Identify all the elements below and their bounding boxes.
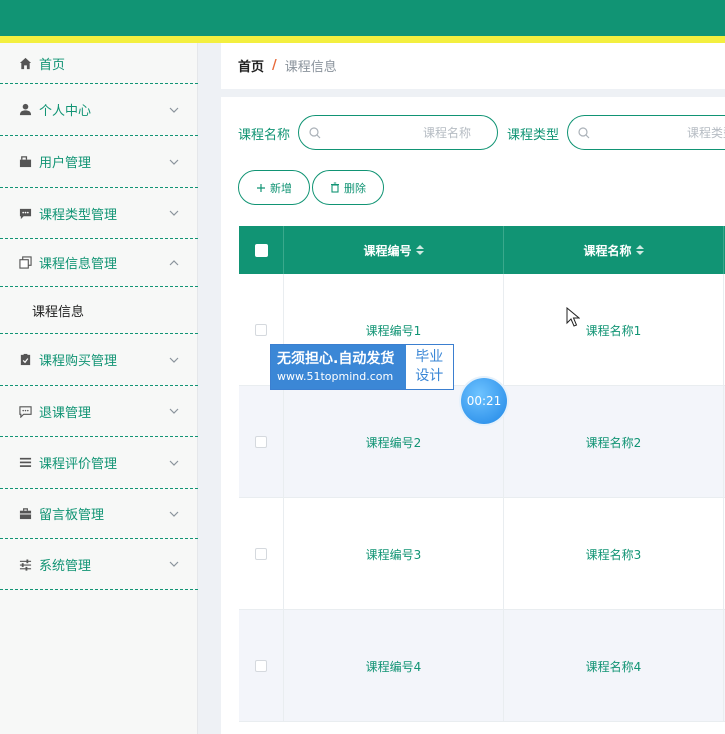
select-all-checkbox[interactable] — [254, 243, 268, 257]
search-icon — [578, 127, 590, 139]
row-select-cell — [239, 610, 284, 722]
add-button[interactable]: 新增 — [238, 170, 310, 205]
breadcrumb: 首页 / 课程信息 — [238, 56, 337, 75]
copy-icon — [18, 256, 32, 270]
chevron-down-icon — [169, 159, 179, 165]
mouse-cursor-icon — [566, 307, 580, 327]
course-name-cell: 课程名称2 — [504, 386, 724, 498]
row-checkbox[interactable] — [255, 660, 267, 672]
table-header: 课程编号 课程名称 — [239, 226, 725, 274]
breadcrumb-home-link[interactable]: 首页 — [238, 56, 264, 75]
sidebar-item-personal-center[interactable]: 个人中心 — [0, 84, 198, 136]
watermark-left: 无须担心.自动发货 www.51topmind.com — [271, 345, 406, 389]
table-row: 课程编号3 课程名称3 — [239, 498, 725, 610]
course-type-label: 课程类型 — [507, 128, 560, 143]
sidebar-item-label: 课程评价管理 — [39, 457, 118, 472]
chevron-down-icon — [169, 408, 179, 414]
delete-button[interactable]: 删除 — [312, 170, 384, 205]
sidebar-item-drop-course-management[interactable]: 退课管理 — [0, 386, 198, 437]
sidebar-item-label: 首页 — [39, 57, 66, 73]
course-type-search-input[interactable]: 课程类型 — [567, 115, 725, 150]
watermark-right-line1: 毕业 — [415, 349, 444, 365]
message-icon — [18, 404, 32, 418]
sliders-icon — [18, 557, 32, 571]
sort-icon[interactable] — [635, 245, 644, 255]
top-accent-stripe — [0, 36, 725, 43]
recording-timer[interactable]: 00:21 — [461, 378, 507, 424]
sidebar-item-user-management[interactable]: 用户管理 — [0, 136, 198, 188]
search-icon — [309, 127, 321, 139]
course-name-label: 课程名称 — [238, 128, 291, 143]
chevron-down-icon — [169, 107, 179, 113]
row-checkbox[interactable] — [255, 324, 267, 336]
chevron-down-icon — [169, 460, 179, 466]
column-header-course-code[interactable]: 课程编号 — [284, 226, 504, 274]
add-button-label: 新增 — [270, 181, 292, 195]
sidebar-item-label: 个人中心 — [39, 104, 92, 119]
sidebar-item-label: 课程类型管理 — [39, 207, 118, 223]
sidebar-item-label: 系统管理 — [39, 558, 92, 574]
sidebar-item-label: 留言板管理 — [39, 508, 105, 523]
course-info-table: 课程编号 课程名称 课程编号1 课程名称1 课程编号2 课程名称2 课程编号3 … — [239, 226, 725, 734]
breadcrumb-separator: / — [272, 57, 277, 73]
chevron-up-icon — [169, 259, 179, 265]
course-name-cell: 课程名称3 — [504, 498, 724, 610]
sidebar-item-course-type-management[interactable]: 课程类型管理 — [0, 188, 198, 239]
sidebar: 首页 个人中心 用户管理 课程类型管理 课程信息管理 课程信息 课程购买管理 退… — [0, 43, 198, 734]
sidebar-item-message-board-management[interactable]: 留言板管理 — [0, 489, 198, 539]
row-select-cell — [239, 498, 284, 610]
breadcrumb-current: 课程信息 — [284, 59, 337, 75]
delete-button-label: 删除 — [344, 181, 366, 195]
plus-icon — [257, 183, 265, 192]
row-checkbox[interactable] — [255, 548, 267, 560]
sidebar-subitem-course-info[interactable]: 课程信息 — [0, 287, 198, 334]
column-header-label: 课程编号 — [363, 243, 412, 258]
sidebar-item-course-purchase-management[interactable]: 课程购买管理 — [0, 334, 198, 386]
watermark-line2: www.51topmind.com — [277, 370, 394, 383]
clipboard-icon — [18, 353, 32, 367]
chat-icon — [18, 206, 32, 220]
sidebar-item-label: 课程信息管理 — [39, 257, 118, 272]
row-checkbox[interactable] — [255, 436, 267, 448]
sidebar-item-label: 退课管理 — [39, 405, 92, 421]
course-name-placeholder: 课程名称 — [422, 126, 471, 140]
sidebar-subitem-label: 课程信息 — [32, 304, 85, 320]
briefcase-icon — [18, 507, 32, 521]
user-icon — [18, 103, 32, 117]
watermark-line1: 无须担心.自动发货 — [277, 351, 395, 367]
sidebar-item-course-review-management[interactable]: 课程评价管理 — [0, 437, 198, 489]
course-name-cell: 课程名称4 — [504, 610, 724, 722]
column-header-course-name[interactable]: 课程名称 — [504, 226, 724, 274]
course-code-cell: 课程编号4 — [284, 610, 504, 722]
chevron-down-icon — [169, 561, 179, 567]
course-type-placeholder: 课程类型 — [686, 126, 725, 140]
sidebar-item-course-info-management[interactable]: 课程信息管理 — [0, 239, 198, 287]
watermark-right-line2: 设计 — [415, 368, 444, 384]
sidebar-item-home[interactable]: 首页 — [0, 43, 198, 84]
row-select-cell — [239, 386, 284, 498]
chevron-down-icon — [169, 511, 179, 517]
chevron-down-icon — [169, 210, 179, 216]
list-icon — [18, 456, 32, 470]
select-all-header — [239, 226, 284, 274]
home-icon — [18, 56, 32, 70]
top-header-bar — [0, 0, 725, 36]
sidebar-item-label: 用户管理 — [39, 156, 92, 171]
sidebar-item-label: 课程购买管理 — [39, 354, 118, 369]
table-row: 课程编号4 课程名称4 — [239, 610, 725, 722]
folder-icon — [18, 155, 32, 169]
column-header-label: 课程名称 — [583, 243, 632, 258]
sort-icon[interactable] — [415, 245, 424, 255]
trash-icon — [331, 182, 339, 193]
watermark-banner: 无须担心.自动发货 www.51topmind.com 毕业 设计 — [270, 344, 454, 390]
course-name-search-input[interactable]: 课程名称 — [298, 115, 498, 150]
sidebar-item-system-management[interactable]: 系统管理 — [0, 539, 198, 590]
chevron-down-icon — [169, 357, 179, 363]
course-name-cell: 课程名称1 — [504, 274, 724, 386]
watermark-right: 毕业 设计 — [405, 345, 453, 389]
course-code-cell: 课程编号3 — [284, 498, 504, 610]
